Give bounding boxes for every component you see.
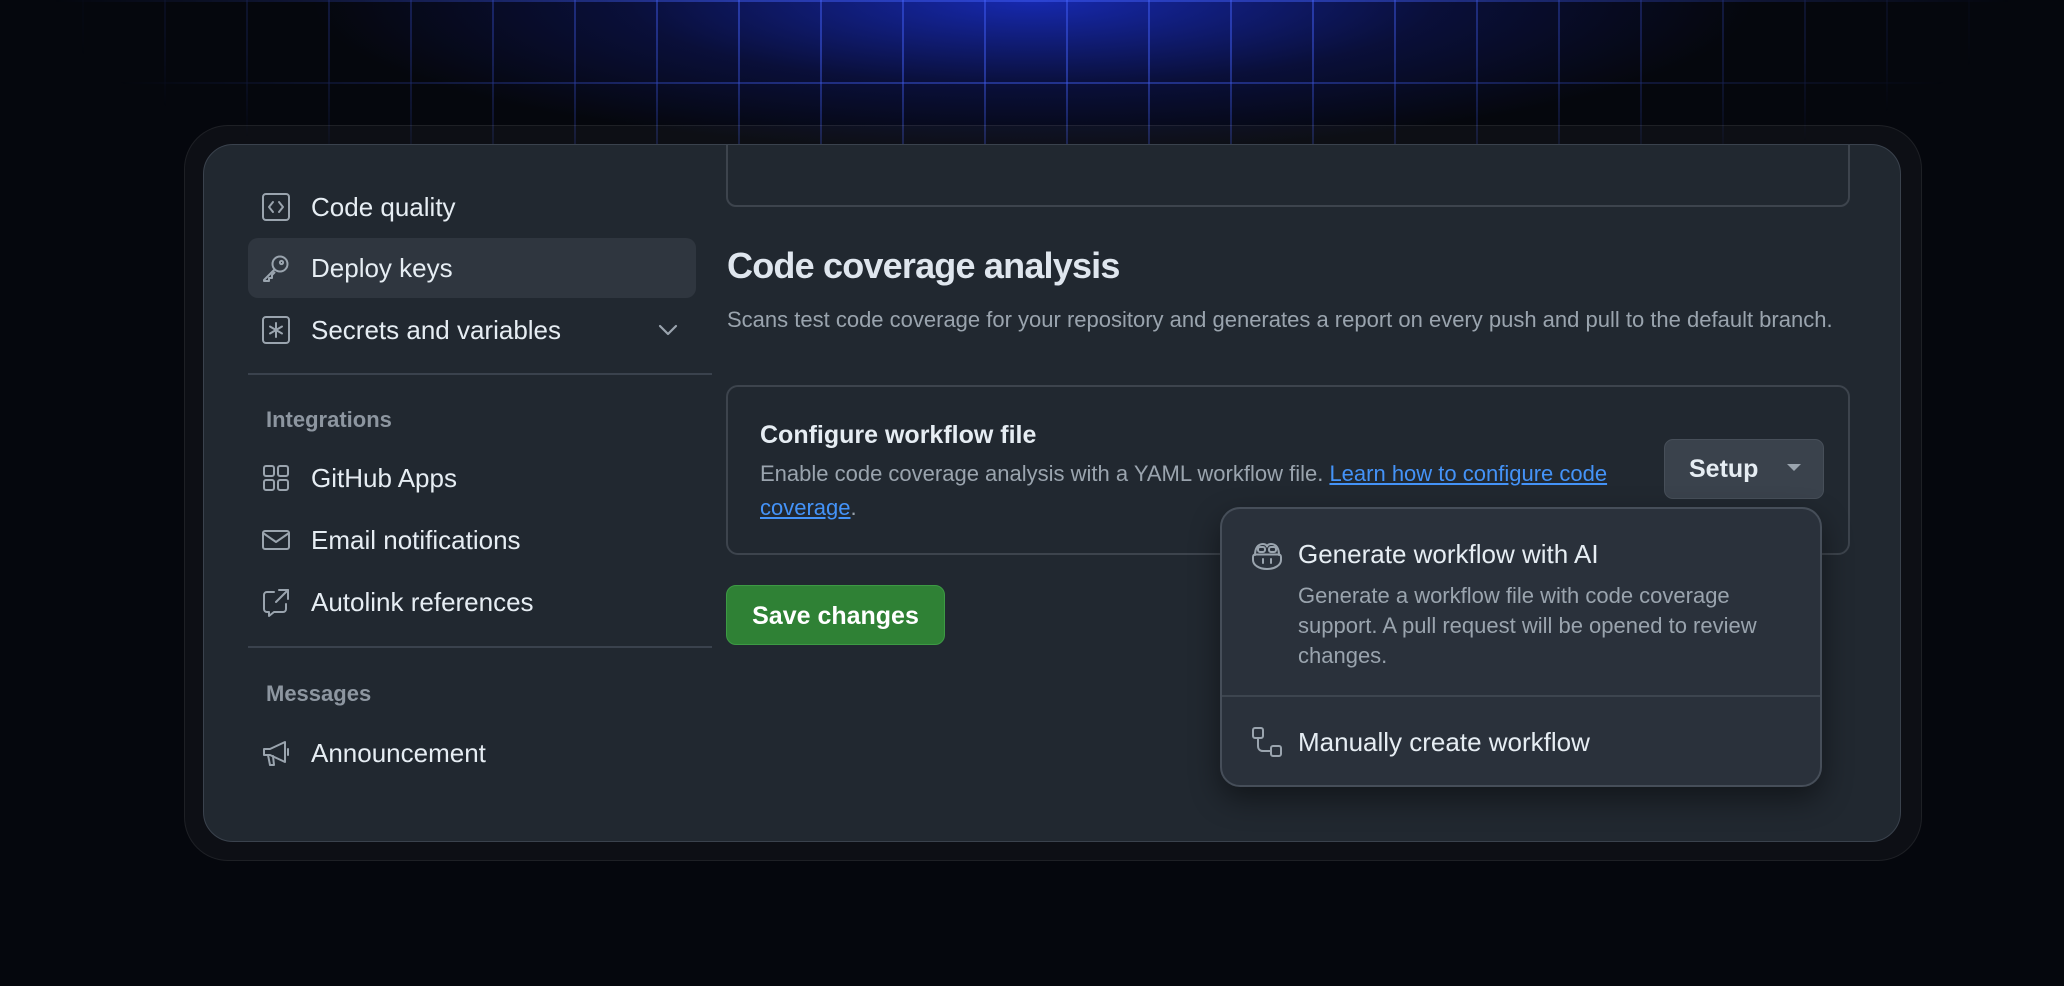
sidebar-item-label: Code quality bbox=[311, 192, 456, 222]
asterisk-square-icon bbox=[261, 315, 291, 345]
sidebar-item-label: GitHub Apps bbox=[311, 463, 457, 493]
setup-button-label: Setup bbox=[1689, 455, 1759, 483]
sidebar-heading-messages: Messages bbox=[266, 681, 372, 706]
sidebar-item-deploy-keys[interactable]: Deploy keys bbox=[248, 238, 696, 298]
sidebar-item-code-quality[interactable]: Code quality bbox=[248, 177, 696, 237]
menu-item-title: Manually create workflow bbox=[1298, 727, 1590, 757]
sidebar-divider bbox=[248, 646, 712, 648]
workflow-description-suffix: . bbox=[850, 495, 857, 520]
section-description: Scans test code coverage for your reposi… bbox=[727, 307, 1833, 332]
chevron-down-icon[interactable] bbox=[656, 318, 680, 342]
workflow-title: Configure workflow file bbox=[760, 421, 1037, 449]
previous-section-box bbox=[726, 145, 1850, 207]
caret-down-icon bbox=[1787, 464, 1801, 471]
apps-icon bbox=[261, 463, 291, 493]
settings-card: Code quality Deploy keys Secrets and var… bbox=[203, 144, 1901, 842]
sidebar-divider bbox=[248, 373, 712, 375]
setup-dropdown-button[interactable]: Setup bbox=[1664, 439, 1824, 499]
sidebar-item-announcement[interactable]: Announcement bbox=[248, 723, 696, 783]
sidebar-item-label: Email notifications bbox=[311, 525, 521, 555]
setup-dropdown-menu: Generate workflow with AI Generate a wor… bbox=[1220, 507, 1822, 787]
mail-icon bbox=[261, 525, 291, 555]
workflow-description-text: Enable code coverage analysis with a YAM… bbox=[760, 461, 1330, 486]
workflow-icon bbox=[1250, 725, 1284, 759]
sidebar-item-label: Deploy keys bbox=[311, 253, 453, 283]
menu-item-title: Generate workflow with AI bbox=[1298, 539, 1599, 569]
sidebar-item-autolink-references[interactable]: Autolink references bbox=[248, 572, 696, 632]
section-title: Code coverage analysis bbox=[727, 245, 1120, 286]
sidebar-item-secrets-and-variables[interactable]: Secrets and variables bbox=[248, 300, 696, 360]
sidebar-heading-integrations: Integrations bbox=[266, 407, 392, 432]
menu-item-manually-create-workflow[interactable]: Manually create workflow bbox=[1222, 697, 1820, 787]
sidebar-item-email-notifications[interactable]: Email notifications bbox=[248, 510, 696, 570]
sidebar-item-label: Autolink references bbox=[311, 587, 534, 617]
megaphone-icon bbox=[261, 738, 291, 768]
sidebar-item-label: Secrets and variables bbox=[311, 315, 562, 345]
menu-item-generate-workflow-ai[interactable]: Generate workflow with AI Generate a wor… bbox=[1222, 509, 1820, 695]
external-link-icon bbox=[261, 587, 291, 617]
save-changes-button[interactable]: Save changes bbox=[726, 585, 945, 645]
code-square-icon bbox=[261, 192, 291, 222]
sidebar-item-label: Announcement bbox=[311, 738, 486, 768]
copilot-icon bbox=[1250, 539, 1284, 573]
sidebar-item-github-apps[interactable]: GitHub Apps bbox=[248, 448, 696, 508]
key-icon bbox=[261, 253, 291, 283]
menu-item-description: Generate a workflow file with code cover… bbox=[1298, 583, 1757, 668]
